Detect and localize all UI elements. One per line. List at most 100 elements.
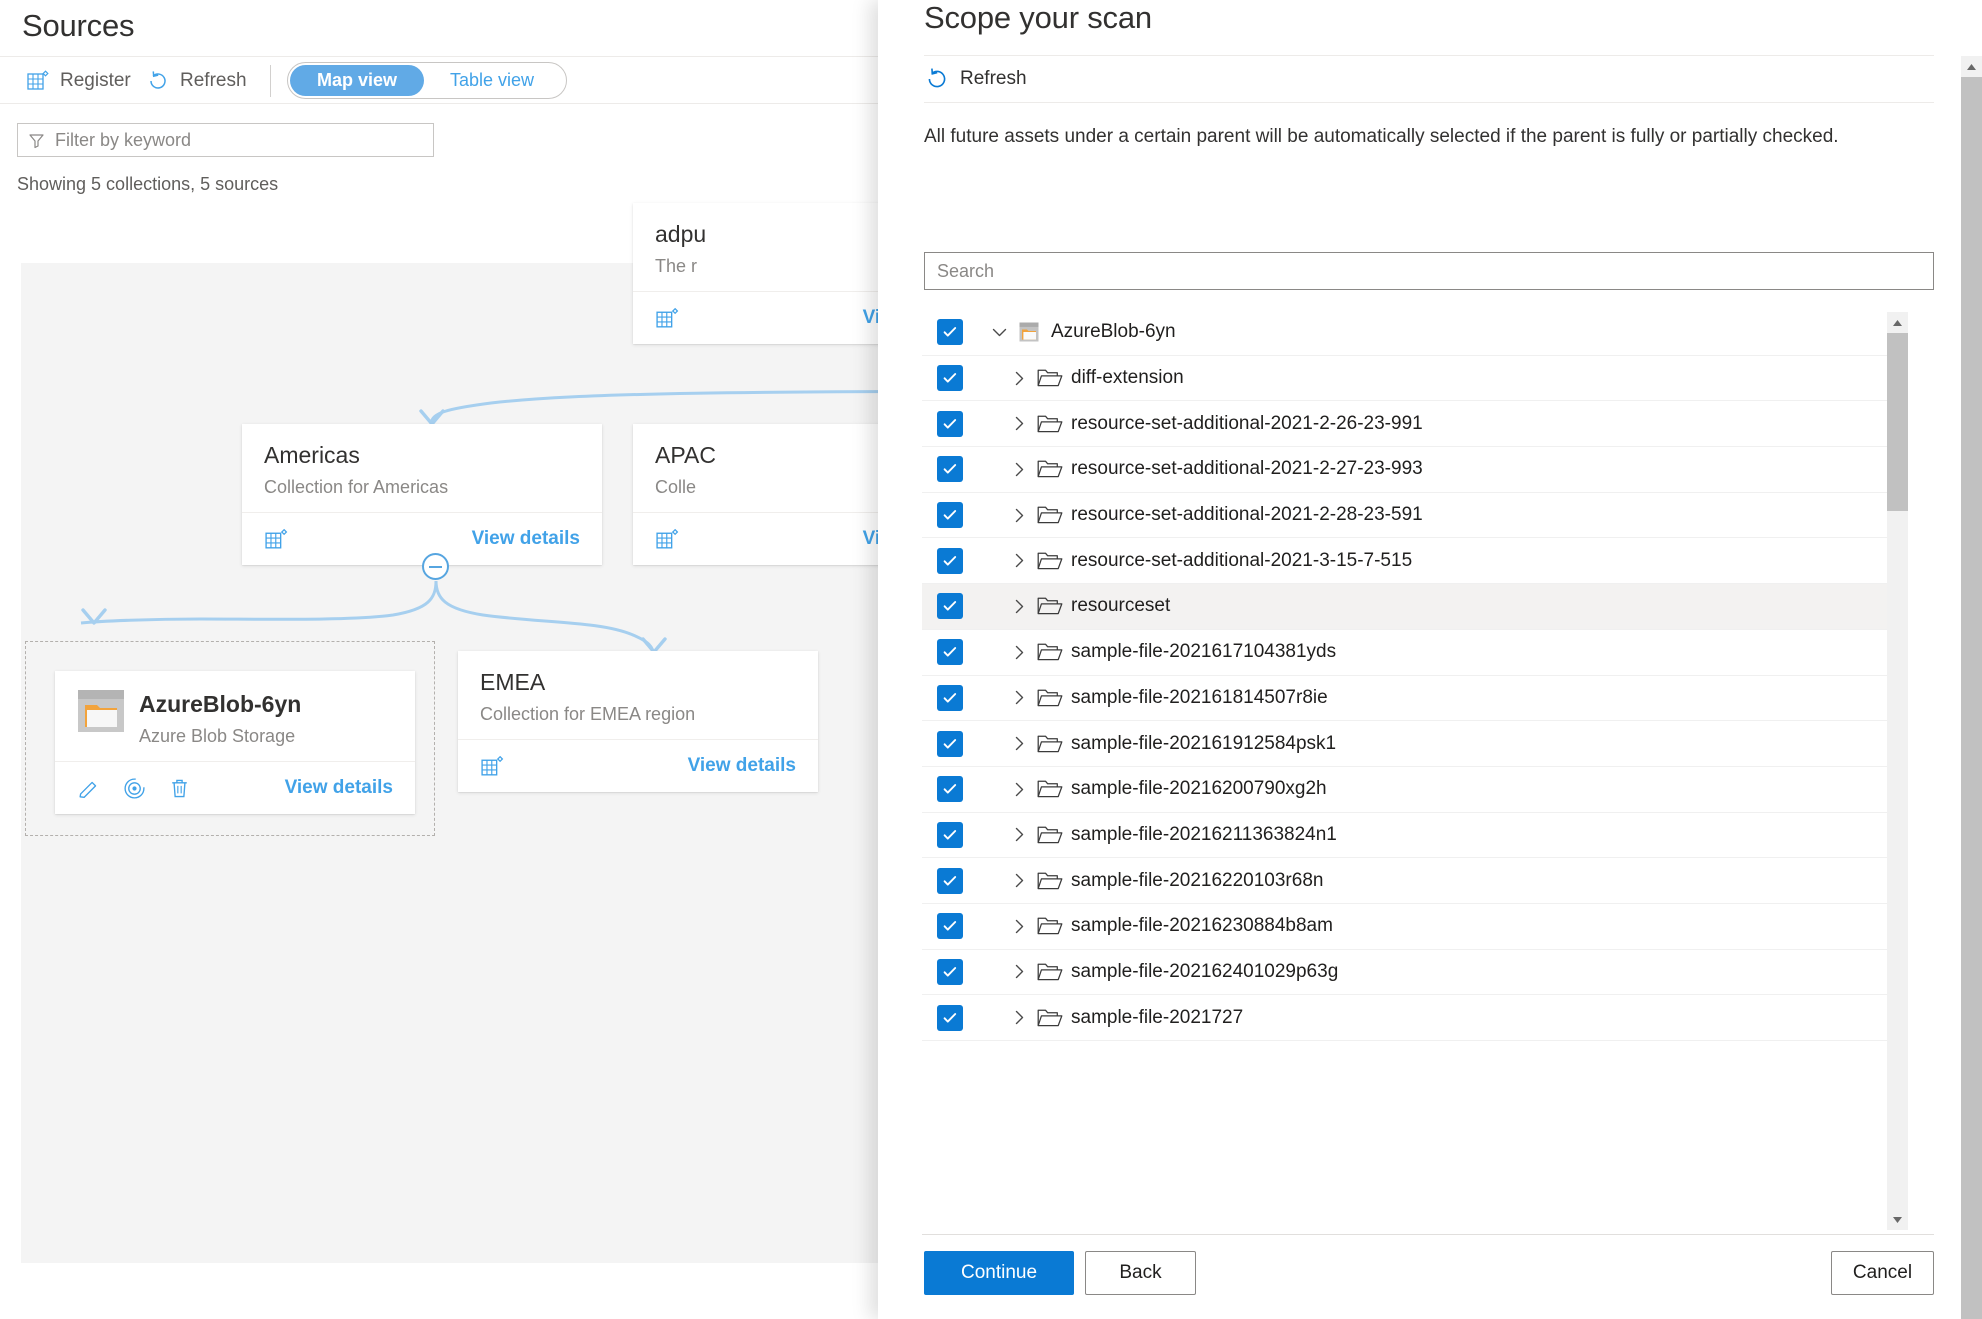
folder-icon xyxy=(1037,778,1071,800)
chevron-right-icon[interactable] xyxy=(1001,918,1037,935)
tree-row-label: sample-file-2021617104381yds xyxy=(1071,641,1337,663)
chevron-right-icon[interactable] xyxy=(1001,781,1037,798)
map-view-tab[interactable]: Map view xyxy=(290,65,424,96)
tree-row[interactable]: sample-file-20216211363824n1 xyxy=(922,813,1907,859)
tree-row[interactable]: sample-file-20216200790xg2h xyxy=(922,767,1907,813)
chevron-right-icon[interactable] xyxy=(1001,689,1037,706)
checkbox-checked-icon[interactable] xyxy=(937,410,963,437)
scroll-up-arrow-icon[interactable] xyxy=(1887,312,1908,333)
panel-refresh-button[interactable]: Refresh xyxy=(924,55,1934,103)
checkbox-checked-icon[interactable] xyxy=(937,958,963,985)
back-button[interactable]: Back xyxy=(1085,1251,1196,1295)
tree-row[interactable]: diff-extension xyxy=(922,356,1907,402)
checkbox-checked-icon[interactable] xyxy=(937,1004,963,1031)
checkbox-checked-icon[interactable] xyxy=(937,730,963,757)
tree-row[interactable]: resourceset xyxy=(922,584,1907,630)
tree-row[interactable]: AzureBlob-6yn xyxy=(922,310,1907,356)
collection-card-emea[interactable]: EMEA Collection for EMEA region View det… xyxy=(458,651,818,793)
checkbox-checked-icon[interactable] xyxy=(937,821,963,848)
edit-pencil-icon[interactable] xyxy=(77,776,102,801)
checkbox-checked-icon[interactable] xyxy=(937,639,963,666)
page-scrollbar-thumb[interactable] xyxy=(1961,77,1982,1319)
folder-icon xyxy=(1037,824,1071,846)
scope-search-input[interactable]: Search xyxy=(924,252,1934,290)
checkbox-checked-icon[interactable] xyxy=(937,593,963,620)
refresh-icon xyxy=(924,66,950,92)
tree-row[interactable]: resource-set-additional-2021-2-28-23-591 xyxy=(922,493,1907,539)
scan-target-icon[interactable] xyxy=(122,776,147,801)
view-toggle[interactable]: Map view Table view xyxy=(287,62,567,99)
tree-row[interactable]: resource-set-additional-2021-3-15-7-515 xyxy=(922,538,1907,585)
continue-button[interactable]: Continue xyxy=(924,1251,1074,1295)
checkbox-checked-icon[interactable] xyxy=(937,547,963,574)
tree-row[interactable]: resource-set-additional-2021-2-27-23-993 xyxy=(922,447,1907,493)
tree-row[interactable]: sample-file-202162401029p63g xyxy=(922,950,1907,996)
view-details-link[interactable]: View details xyxy=(472,528,580,550)
tree-row[interactable]: sample-file-202161912584psk1 xyxy=(922,721,1907,767)
checkbox-checked-icon[interactable] xyxy=(937,867,963,894)
tree-row[interactable]: sample-file-2021617104381yds xyxy=(922,630,1907,676)
page-title: Sources xyxy=(22,8,135,43)
card-footer: View details xyxy=(458,739,818,792)
chevron-right-icon[interactable] xyxy=(1001,826,1037,843)
page-scroll-up-arrow-icon[interactable] xyxy=(1961,56,1982,77)
card-subtitle: Collection for Americas xyxy=(264,476,449,497)
asset-tree[interactable]: AzureBlob-6yn diff-extension resource-set-… xyxy=(922,310,1934,1229)
folder-icon xyxy=(1037,641,1071,663)
panel-description: All future assets under a certain parent… xyxy=(924,126,1839,147)
table-view-tab[interactable]: Table view xyxy=(424,65,560,96)
checkbox-checked-icon[interactable] xyxy=(937,319,963,346)
tree-row-checkbox-wrap xyxy=(922,730,963,757)
checkbox-checked-icon[interactable] xyxy=(937,684,963,711)
scroll-down-arrow-icon[interactable] xyxy=(1887,1209,1908,1230)
collection-grid-icon[interactable] xyxy=(655,527,680,552)
refresh-button[interactable]: Refresh xyxy=(146,57,247,104)
checkbox-checked-icon[interactable] xyxy=(937,456,963,483)
tree-scrollbar[interactable] xyxy=(1887,312,1908,1230)
collection-grid-icon[interactable] xyxy=(264,527,289,552)
chevron-right-icon[interactable] xyxy=(1001,415,1037,432)
tree-row-checkbox-wrap xyxy=(922,684,963,711)
tree-row-checkbox-wrap xyxy=(922,502,963,529)
scrollbar-thumb[interactable] xyxy=(1887,333,1908,511)
checkbox-checked-icon[interactable] xyxy=(937,776,963,803)
tree-row-label: AzureBlob-6yn xyxy=(1051,321,1176,343)
checkbox-checked-icon[interactable] xyxy=(937,365,963,392)
view-details-link[interactable]: View details xyxy=(285,777,393,799)
chevron-right-icon[interactable] xyxy=(1001,872,1037,889)
collection-grid-icon[interactable] xyxy=(655,306,680,331)
chevron-right-icon[interactable] xyxy=(1001,1009,1037,1026)
tree-row[interactable]: sample-file-2021727 xyxy=(922,995,1907,1041)
tree-row[interactable]: resource-set-additional-2021-2-26-23-991 xyxy=(922,401,1907,448)
asset-tree-list: AzureBlob-6yn diff-extension resource-set-… xyxy=(922,310,1907,1041)
register-grid-icon xyxy=(26,69,50,93)
command-separator xyxy=(270,65,271,97)
delete-trash-icon[interactable] xyxy=(167,776,192,801)
collection-grid-icon[interactable] xyxy=(480,754,505,779)
chevron-right-icon[interactable] xyxy=(1001,552,1037,569)
chevron-right-icon[interactable] xyxy=(1001,644,1037,661)
source-card-title: AzureBlob-6yn xyxy=(139,691,302,717)
page-scrollbar[interactable] xyxy=(1961,0,1982,1319)
collection-card-americas[interactable]: Americas Collection for Americas View de… xyxy=(242,424,602,566)
chevron-right-icon[interactable] xyxy=(1001,598,1037,615)
collapse-minus-icon[interactable] xyxy=(422,553,449,580)
checkbox-checked-icon[interactable] xyxy=(937,913,963,940)
tree-row-label: sample-file-202161912584psk1 xyxy=(1071,732,1337,754)
source-card-azureblob[interactable]: AzureBlob-6yn Azure Blob Storage View de… xyxy=(55,671,415,815)
chevron-right-icon[interactable] xyxy=(1001,963,1037,980)
tree-row[interactable]: sample-file-20216220103r68n xyxy=(922,858,1907,904)
filter-input[interactable]: Filter by keyword xyxy=(17,123,434,157)
tree-row[interactable]: sample-file-202161814507r8ie xyxy=(922,676,1907,722)
chevron-right-icon[interactable] xyxy=(1001,507,1037,524)
tree-row[interactable]: sample-file-20216230884b8am xyxy=(922,904,1907,950)
register-button[interactable]: Register xyxy=(26,57,131,104)
cancel-button[interactable]: Cancel xyxy=(1831,1251,1934,1295)
tree-row-checkbox-wrap xyxy=(922,365,963,392)
chevron-right-icon[interactable] xyxy=(1001,370,1037,387)
view-details-link[interactable]: View details xyxy=(688,755,796,777)
chevron-right-icon[interactable] xyxy=(1001,735,1037,752)
chevron-down-icon[interactable] xyxy=(981,324,1017,341)
chevron-right-icon[interactable] xyxy=(1001,461,1037,478)
checkbox-checked-icon[interactable] xyxy=(937,502,963,529)
